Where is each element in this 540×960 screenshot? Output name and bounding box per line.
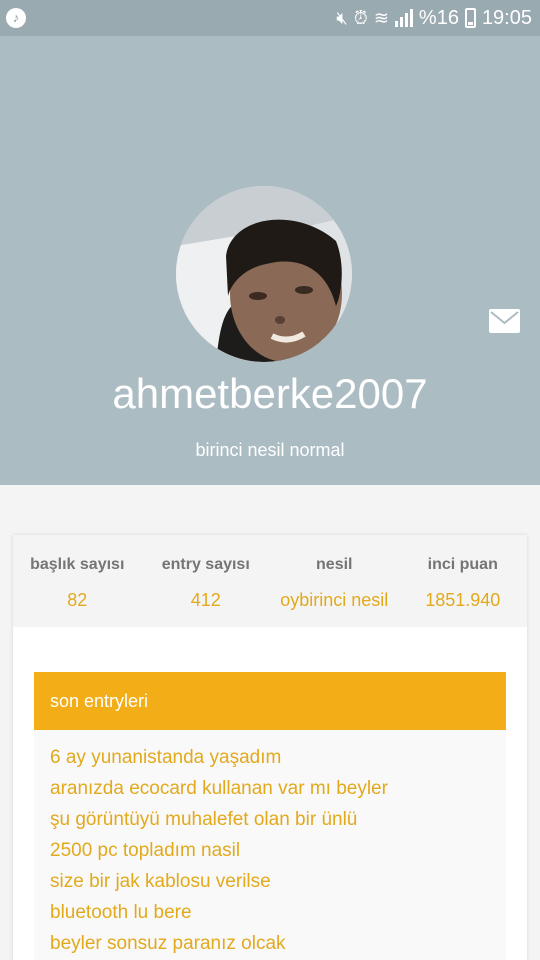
- stat-value: 1851.940: [425, 590, 501, 610]
- mail-button[interactable]: [489, 309, 520, 333]
- stat-value: 82: [67, 590, 88, 610]
- battery-icon: [464, 8, 476, 28]
- clock: 19:05: [481, 6, 532, 29]
- music-note-icon: ♪: [6, 8, 26, 28]
- stat-title-count[interactable]: başlık sayısı 82: [13, 535, 142, 627]
- avatar[interactable]: [176, 186, 352, 362]
- recent-entries-header: son entryleri: [34, 672, 506, 730]
- entry-link[interactable]: beyler sonsuz paranız olcak: [50, 928, 506, 959]
- entries-list: 6 ay yunanistanda yaşadım aranızda ecoca…: [34, 730, 506, 960]
- stats-row: başlık sayısı 82 entry sayısı 412 nesil …: [13, 535, 527, 627]
- recent-entries: son entryleri 6 ay yunanistanda yaşadım …: [34, 672, 506, 960]
- stat-entry-count[interactable]: entry sayısı 412: [142, 535, 271, 627]
- wifi-icon: ≋: [373, 8, 389, 28]
- stat-label: başlık sayısı: [30, 556, 125, 573]
- avatar-image: [176, 186, 352, 362]
- stat-value: 412: [190, 590, 221, 610]
- entry-link[interactable]: size bir jak kablosu verilse: [50, 866, 506, 897]
- entry-link[interactable]: 2500 pc topladım nasil: [50, 835, 506, 866]
- mute-icon: 🔇︎: [336, 8, 348, 28]
- alarm-icon: ⏰︎: [353, 8, 368, 28]
- battery-percent: %16: [418, 6, 459, 29]
- stat-label: entry sayısı: [161, 556, 250, 573]
- stat-points[interactable]: inci puan 1851.940: [399, 535, 528, 627]
- stat-value: oybirinci nesil: [280, 590, 389, 610]
- status-bar: ♪ 🔇︎ ⏰︎ ≋ %16 19:05: [0, 0, 540, 36]
- entry-link[interactable]: bluetooth lu bere: [50, 897, 506, 928]
- signal-icon: [394, 9, 413, 27]
- stats-card: başlık sayısı 82 entry sayısı 412 nesil …: [13, 535, 527, 960]
- username: ahmetberke2007: [112, 370, 428, 417]
- user-generation-label: birinci nesil normal: [195, 440, 345, 460]
- stat-label: nesil: [316, 556, 353, 573]
- entry-link[interactable]: aranızda ecocard kullanan var mı beyler: [50, 773, 506, 804]
- entry-link[interactable]: 6 ay yunanistanda yaşadım: [50, 742, 506, 773]
- profile-header: ahmetberke2007 birinci nesil normal: [0, 36, 540, 485]
- status-icons: 🔇︎ ⏰︎ ≋ %16 19:05: [336, 6, 532, 30]
- mail-icon: [490, 311, 519, 325]
- stat-generation[interactable]: nesil oybirinci nesil: [270, 535, 399, 627]
- entry-link[interactable]: şu görüntüyü muhalefet olan bir ünlü: [50, 804, 506, 835]
- stat-label: inci puan: [427, 556, 498, 573]
